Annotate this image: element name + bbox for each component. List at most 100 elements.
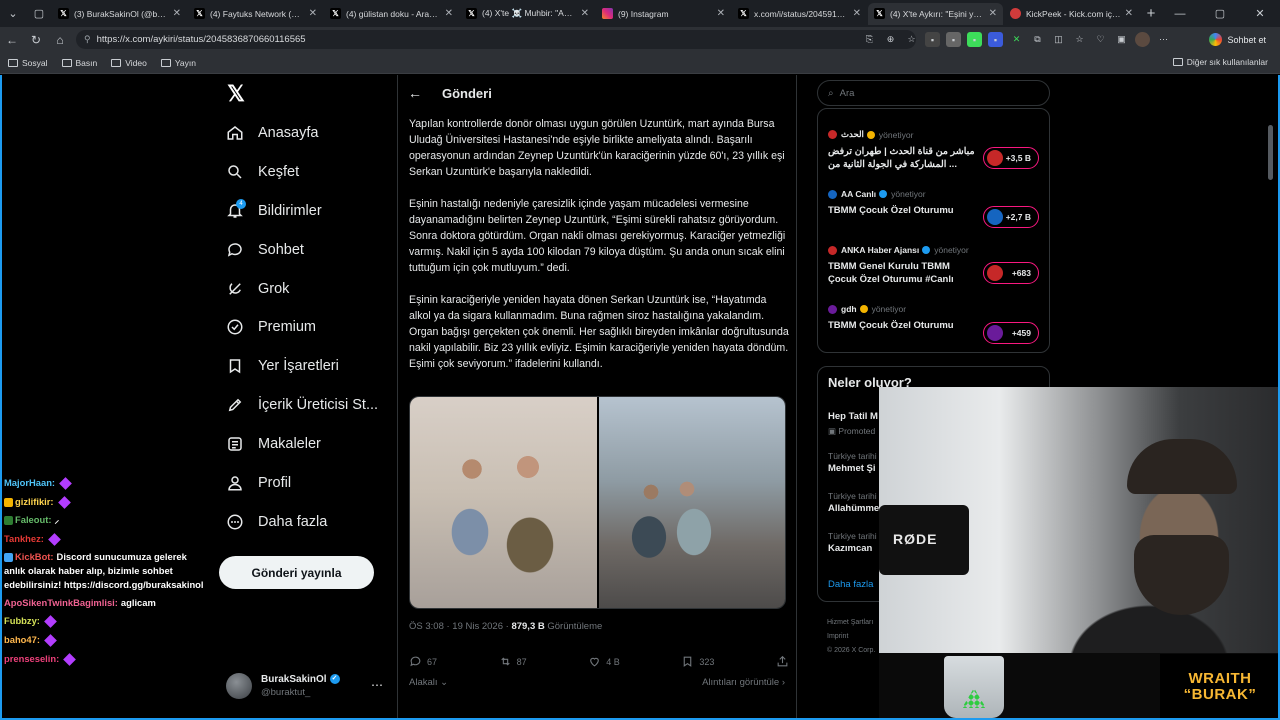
extension-5-icon[interactable]: ✕ bbox=[1009, 32, 1024, 47]
nav-item-explore[interactable]: Keşfet bbox=[226, 157, 299, 187]
chat-username[interactable]: baho47: bbox=[4, 634, 40, 645]
home-icon[interactable]: ⌂ bbox=[48, 27, 72, 52]
split-screen-icon[interactable]: ◫ bbox=[1051, 32, 1066, 47]
install-app-icon[interactable]: ⎘ bbox=[862, 32, 877, 47]
reply-sort-dropdown[interactable]: Alakalı ⌄ bbox=[409, 677, 448, 688]
trend-item[interactable]: Türkiye tarihi Allahümme bbox=[828, 491, 879, 514]
nav-item-more[interactable]: Daha fazla bbox=[226, 507, 327, 537]
live-listener-count[interactable]: +3,5 B bbox=[983, 147, 1039, 169]
nav-item-bookmarks[interactable]: Yer İşaretleri bbox=[226, 351, 339, 381]
close-tab-icon[interactable]: ✕ bbox=[717, 8, 725, 19]
site-info-icon[interactable]: ⚲ bbox=[84, 34, 91, 45]
close-tab-icon[interactable]: ✕ bbox=[1125, 8, 1133, 19]
x-favicon-icon: 𝕏 bbox=[194, 8, 205, 19]
favorite-star-icon[interactable]: ☆ bbox=[904, 32, 919, 47]
favorites-icon[interactable]: ☆ bbox=[1072, 32, 1087, 47]
live-listener-count[interactable]: +2,7 B bbox=[983, 206, 1039, 228]
back-arrow-icon[interactable]: ← bbox=[408, 85, 422, 101]
reload-icon[interactable]: ↻ bbox=[24, 27, 48, 52]
url-text: https://x.com/aykiri/status/204583687066… bbox=[96, 34, 306, 45]
profile-avatar-icon[interactable] bbox=[1135, 32, 1150, 47]
nav-item-grok[interactable]: Grok bbox=[226, 274, 289, 304]
nav-item-home[interactable]: Anasayfa bbox=[226, 118, 318, 148]
account-switcher[interactable]: BurakSakinOl ✓ @buraktut_ ⋯ bbox=[226, 670, 391, 702]
nav-item-chat[interactable]: Sohbet bbox=[226, 235, 304, 265]
back-icon[interactable]: ← bbox=[0, 27, 24, 52]
minimize-icon[interactable]: — bbox=[1160, 0, 1200, 27]
x-logo-icon[interactable]: 𝕏 bbox=[226, 83, 246, 105]
chat-username[interactable]: prenseselin: bbox=[4, 653, 59, 664]
chat-username[interactable]: gizlifikir: bbox=[15, 496, 54, 507]
extension-3-icon[interactable]: ▪ bbox=[967, 32, 982, 47]
view-quotes-link[interactable]: Alıntıları görüntüle › bbox=[702, 677, 785, 688]
browser-tab[interactable]: 𝕏 (4) X'te ☠️ Muhbir: "AKP'li ✕ bbox=[460, 3, 595, 25]
post-timestamp: ÖS 3:08 · 19 Nis 2026 · bbox=[409, 621, 512, 632]
trend-item[interactable]: Türkiye tarihi Kazımcan bbox=[828, 531, 877, 554]
nav-item-profile[interactable]: Profil bbox=[226, 468, 291, 498]
copilot-chat-button[interactable]: Sohbet et bbox=[1203, 31, 1272, 48]
close-tab-icon[interactable]: ✕ bbox=[173, 8, 181, 19]
chat-username[interactable]: KickBot: bbox=[15, 551, 54, 562]
post-media[interactable] bbox=[409, 396, 786, 609]
post-photo-2[interactable] bbox=[599, 397, 785, 608]
search-input[interactable]: ⌕ Ara bbox=[817, 80, 1050, 106]
page-scrollbar[interactable] bbox=[1268, 125, 1273, 180]
bookmark-button[interactable]: 323 bbox=[681, 655, 714, 668]
nav-item-articles[interactable]: Makaleler bbox=[226, 429, 321, 459]
collections-icon[interactable]: ▣ bbox=[1114, 32, 1129, 47]
maximize-icon[interactable]: ▢ bbox=[1200, 0, 1240, 27]
close-tab-icon[interactable]: ✕ bbox=[445, 8, 453, 19]
browser-tab[interactable]: 𝕏x.com/i/status/2045915071 ✕ bbox=[732, 3, 867, 25]
terms-link[interactable]: Hizmet Şartları bbox=[827, 616, 887, 630]
settings-more-icon[interactable]: ⋯ bbox=[1156, 32, 1171, 47]
url-field[interactable]: ⚲ https://x.com/aykiri/status/2045836870… bbox=[76, 30, 916, 49]
live-listener-count[interactable]: +683 bbox=[983, 262, 1039, 284]
reply-button[interactable]: 67 bbox=[409, 655, 437, 668]
close-tab-icon[interactable]: ✕ bbox=[309, 8, 317, 19]
tab-menu-icon[interactable]: ⌄ bbox=[0, 0, 26, 27]
close-tab-icon[interactable]: ✕ bbox=[989, 8, 997, 19]
close-tab-icon[interactable]: ✕ bbox=[853, 8, 861, 19]
browser-tab[interactable]: (9) Instagram ✕ bbox=[596, 3, 731, 25]
browser-essentials-icon[interactable]: ♡ bbox=[1093, 32, 1108, 47]
bookmark-folder[interactable]: Video bbox=[111, 58, 147, 68]
extension-1-icon[interactable]: ▪ bbox=[925, 32, 940, 47]
browser-tab[interactable]: 𝕏 (4) X'te Aykırı: "Eşini yaşatm ✕ bbox=[868, 2, 1003, 25]
chat-username[interactable]: ApoSikenTwinkBagimlisi: bbox=[4, 597, 118, 608]
live-listener-count[interactable]: +459 bbox=[983, 322, 1039, 344]
trend-item[interactable]: Hep Tatil M ▣ Promoted bbox=[828, 409, 878, 437]
extension-4-icon[interactable]: ▪ bbox=[988, 32, 1003, 47]
x-favicon-icon: 𝕏 bbox=[330, 8, 341, 19]
repost-button[interactable]: 87 bbox=[499, 655, 527, 668]
share-button[interactable] bbox=[776, 655, 789, 668]
imprint-link[interactable]: Imprint bbox=[827, 630, 887, 644]
other-bookmarks-folder[interactable]: Diğer sık kullanılanlar bbox=[1172, 57, 1268, 67]
trend-item[interactable]: Türkiye tarihi Mehmet Şi bbox=[828, 451, 877, 474]
new-tab-button[interactable]: + bbox=[1140, 5, 1162, 22]
bookmark-folder[interactable]: Basın bbox=[61, 58, 97, 68]
browser-tab[interactable]: 𝕏 (4) gülistan doku - Arama / X ✕ bbox=[324, 3, 459, 25]
zoom-icon[interactable]: ⊕ bbox=[883, 32, 898, 47]
like-button[interactable]: 4 B bbox=[588, 655, 620, 668]
promoted-text: Promoted bbox=[838, 426, 876, 436]
post-button[interactable]: Gönderi yayınla bbox=[219, 556, 374, 589]
post-photo-1[interactable] bbox=[410, 397, 597, 608]
browser-tab[interactable]: 𝕏 (4) Faytuks Network (@Faytuks) ✕ bbox=[188, 3, 323, 25]
chat-username[interactable]: Faleout: bbox=[15, 514, 51, 525]
bookmark-folder[interactable]: Yayın bbox=[160, 58, 196, 68]
extensions-puzzle-icon[interactable]: ⧉ bbox=[1030, 32, 1045, 47]
nav-item-premium[interactable]: Premium bbox=[226, 312, 316, 342]
chat-username[interactable]: MajorHaan: bbox=[4, 477, 55, 488]
close-tab-icon[interactable]: ✕ bbox=[581, 8, 589, 19]
browser-tab[interactable]: 𝕏 (3) BurakSakinOl (@buraktut_) ✕ bbox=[52, 3, 187, 25]
extension-2-icon[interactable]: ▪ bbox=[946, 32, 961, 47]
workspaces-icon[interactable]: ▢ bbox=[26, 0, 52, 27]
browser-tab[interactable]: KickPeek - Kick.com için Ge ✕ bbox=[1004, 3, 1139, 25]
more-options-icon[interactable]: ⋯ bbox=[371, 678, 383, 692]
chat-username[interactable]: Fubbzy: bbox=[4, 615, 40, 626]
bookmark-folder[interactable]: Sosyal bbox=[8, 58, 48, 68]
chat-username[interactable]: Tankhez: bbox=[4, 533, 44, 544]
show-more-trends-link[interactable]: Daha fazla bbox=[828, 579, 873, 590]
nav-item-creator-studio[interactable]: İçerik Üreticisi St... bbox=[226, 390, 378, 420]
close-window-icon[interactable]: ✕ bbox=[1240, 0, 1280, 27]
